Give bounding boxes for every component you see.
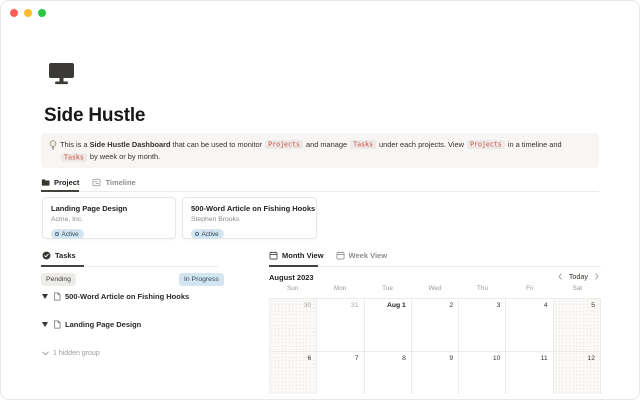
calendar-cell[interactable]: 6 <box>270 352 317 394</box>
task-group-label: Landing Page Design <box>65 320 141 329</box>
tab-week-view-label: Week View <box>349 251 388 260</box>
calendar-date: 7 <box>355 355 359 362</box>
page-title: Side Hustle <box>44 105 145 127</box>
calendar-cell[interactable]: 30 <box>270 299 317 352</box>
calendar-cell[interactable]: 7 <box>317 352 364 394</box>
calendar-date: Aug 1 <box>387 302 406 309</box>
timeline-icon <box>92 178 101 187</box>
chevron-right-icon[interactable] <box>595 273 599 280</box>
calendar-cell[interactable]: 8 <box>365 352 412 394</box>
toggle-triangle-icon[interactable] <box>42 322 48 327</box>
calendar-icon <box>336 251 345 260</box>
notion-window: Side Hustle This is a Side Hustle Dashbo… <box>0 0 640 400</box>
window-controls <box>10 9 46 17</box>
tab-project-label: Project <box>54 178 79 187</box>
column-pill-pending[interactable]: Pending <box>41 273 76 286</box>
tab-project[interactable]: Project <box>41 178 79 187</box>
day-header: Mon <box>316 285 363 292</box>
status-badge-label: Active <box>202 231 219 238</box>
chevron-down-icon <box>42 351 49 356</box>
calendar-date: 30 <box>304 302 312 309</box>
calendar-cell[interactable]: 12 <box>554 352 601 394</box>
page-icon <box>53 292 61 301</box>
calendar-icon <box>269 251 278 260</box>
status-badge-label: Active <box>62 231 79 238</box>
day-header: Fri <box>506 285 553 292</box>
calendar-date: 4 <box>544 302 548 309</box>
calendar-month-label: August 2023 <box>269 273 314 282</box>
tab-week-view[interactable]: Week View <box>336 251 388 260</box>
column-pill-in-progress[interactable]: In Progress <box>179 273 224 286</box>
desktop-computer-icon[interactable] <box>48 61 75 87</box>
status-badge: Active <box>51 229 84 239</box>
tab-timeline[interactable]: Timeline <box>92 178 135 187</box>
minimize-button[interactable] <box>24 9 32 17</box>
tab-divider-projects <box>41 191 599 192</box>
folder-icon <box>41 178 50 187</box>
task-group[interactable]: Landing Page Design <box>42 320 141 329</box>
tab-month-view[interactable]: Month View <box>269 251 324 260</box>
project-card-client: Acme, Inc. <box>51 216 167 223</box>
calendar-date: 5 <box>591 302 595 309</box>
callout: This is a Side Hustle Dashboard that can… <box>41 133 599 168</box>
tab-timeline-label: Timeline <box>105 178 135 187</box>
status-ring-icon <box>195 232 199 236</box>
calendar-grid: 30 31 Aug 1 2 3 4 5 6 7 8 9 10 11 12 <box>269 298 601 394</box>
hidden-group-label: 1 hidden group <box>53 350 100 357</box>
calendar-cell[interactable]: 10 <box>459 352 506 394</box>
page-icon <box>53 320 61 329</box>
task-group[interactable]: 500-Word Article on Fishing Hooks <box>42 292 189 301</box>
zoom-button[interactable] <box>38 9 46 17</box>
tab-tasks-label: Tasks <box>55 251 76 260</box>
check-circle-icon <box>42 251 51 260</box>
calendar-cell[interactable]: Aug 1 <box>365 299 412 352</box>
column-in-progress-label: In Progress <box>184 276 219 283</box>
tab-divider-tasks <box>41 266 218 267</box>
tab-tasks[interactable]: Tasks <box>42 251 76 260</box>
today-button[interactable]: Today <box>569 272 588 281</box>
callout-text: This is a Side Hustle Dashboard that can… <box>60 139 587 164</box>
day-header: Tue <box>364 285 411 292</box>
view-tabs-projects: Project Timeline <box>41 178 136 187</box>
toggle-triangle-icon[interactable] <box>42 294 48 299</box>
calendar-date: 12 <box>587 355 595 362</box>
chevron-left-icon[interactable] <box>558 273 562 280</box>
day-header: Sun <box>269 285 316 292</box>
calendar-date: 10 <box>493 355 501 362</box>
status-ring-icon <box>55 232 59 236</box>
calendar-date: 3 <box>497 302 501 309</box>
calendar-cell[interactable]: 11 <box>506 352 553 394</box>
calendar-cell[interactable]: 31 <box>317 299 364 352</box>
calendar-date: 11 <box>541 355 548 362</box>
calendar-date: 9 <box>449 355 453 362</box>
calendar-date: 8 <box>402 355 406 362</box>
day-header: Thu <box>459 285 506 292</box>
project-card[interactable]: 500-Word Article on Fishing Hooks Stephe… <box>182 197 317 239</box>
calendar-cell[interactable]: 9 <box>412 352 459 394</box>
day-header: Wed <box>411 285 458 292</box>
calendar-cell[interactable]: 5 <box>554 299 601 352</box>
calendar-cell[interactable]: 4 <box>506 299 553 352</box>
project-card-title: 500-Word Article on Fishing Hooks <box>191 204 308 213</box>
status-badge: Active <box>191 229 224 239</box>
project-card-client: Stephen Brooks <box>191 216 308 223</box>
task-group-label: 500-Word Article on Fishing Hooks <box>65 292 189 301</box>
tab-divider-calendar <box>269 266 601 267</box>
light-bulb-icon <box>49 140 57 151</box>
project-card[interactable]: Landing Page Design Acme, Inc. Active <box>42 197 176 239</box>
calendar-date: 6 <box>308 355 312 362</box>
hidden-group-toggle[interactable]: 1 hidden group <box>42 350 100 357</box>
day-header: Sat <box>554 285 601 292</box>
calendar-date: 2 <box>449 302 453 309</box>
calendar-nav: Today <box>558 272 599 281</box>
calendar-cell[interactable]: 2 <box>412 299 459 352</box>
column-pending-label: Pending <box>46 276 71 283</box>
calendar-date: 31 <box>351 302 359 309</box>
calendar-day-header-row: SunMonTueWedThuFriSat <box>269 285 601 292</box>
calendar-cell[interactable]: 3 <box>459 299 506 352</box>
close-button[interactable] <box>10 9 18 17</box>
tab-month-view-label: Month View <box>282 251 324 260</box>
project-card-title: Landing Page Design <box>51 204 167 213</box>
view-tabs-calendar: Month View Week View <box>269 251 387 260</box>
